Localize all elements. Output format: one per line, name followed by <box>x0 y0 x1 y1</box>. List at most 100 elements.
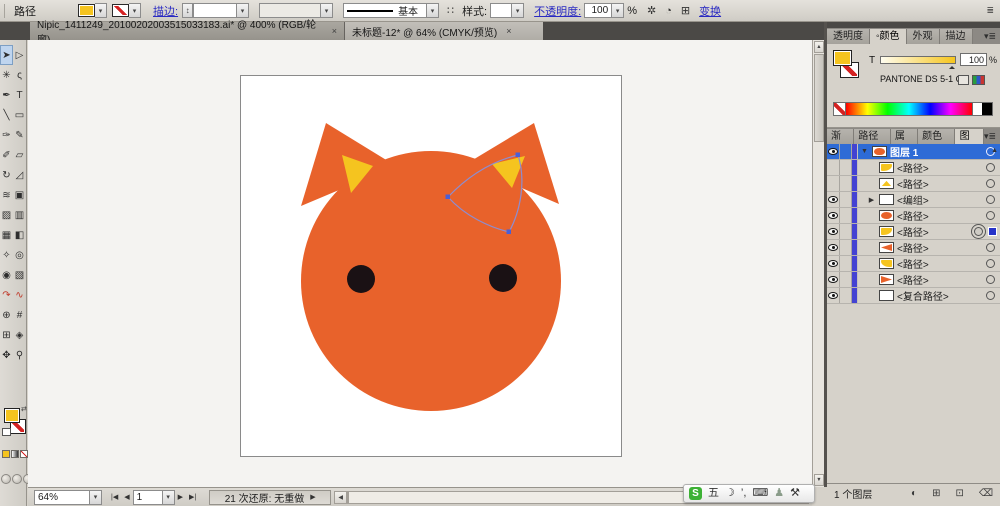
opacity-link[interactable]: 不透明度: <box>534 3 581 19</box>
lock-cell[interactable] <box>840 208 852 223</box>
layer-row[interactable]: <编组> <box>827 192 1000 208</box>
tab-pathfinder[interactable]: 路径查 <box>854 129 890 144</box>
layer-thumbnail[interactable] <box>879 274 894 285</box>
target-circle[interactable] <box>986 275 995 284</box>
panel-menu-icon[interactable]: ▾≣ <box>984 29 996 44</box>
visibility-empty-cell[interactable] <box>827 160 840 175</box>
layer-label[interactable]: <路径> <box>897 224 929 239</box>
rectangle-tool[interactable]: ▭ <box>13 105 26 125</box>
direct-selection-tool[interactable]: ▷ <box>13 45 26 65</box>
recolor-artwork-icon[interactable]: ◔ <box>665 5 672 17</box>
out-of-gamut-icon[interactable] <box>958 75 969 85</box>
first-artboard-button[interactable]: |◀ <box>108 493 121 501</box>
next-artboard-button[interactable]: ▶ <box>175 493 186 501</box>
visibility-eye-icon[interactable] <box>827 208 840 223</box>
swap-fill-stroke-icon[interactable]: ⇄ <box>21 405 27 413</box>
blend-tool[interactable]: ◎ <box>13 245 26 265</box>
moon-icon[interactable]: ☽ <box>725 488 735 499</box>
none-mode-chip[interactable] <box>20 450 28 458</box>
style-field[interactable] <box>490 3 512 18</box>
tab-appearance[interactable]: 外观 <box>907 29 940 44</box>
target-circle[interactable] <box>986 179 995 188</box>
opacity-expand-icon[interactable] <box>612 3 624 18</box>
visibility-eye-icon[interactable] <box>827 272 840 287</box>
magic-wand-tool[interactable]: ✳ <box>0 65 13 85</box>
control-panel-menu-icon[interactable]: ≣ <box>986 5 994 16</box>
layer-thumbnail[interactable] <box>879 290 894 301</box>
layer-label[interactable]: <路径> <box>897 256 929 271</box>
color-mode-icon[interactable] <box>972 75 985 85</box>
blob-brush-tool[interactable]: ✐ <box>0 145 13 165</box>
artboard-number-field[interactable]: 1 <box>133 490 163 505</box>
pencil-tool[interactable]: ✎ <box>13 125 26 145</box>
symbol-sprayer-tool[interactable]: ▨ <box>0 205 13 225</box>
visibility-empty-cell[interactable] <box>827 176 840 191</box>
layer-row[interactable]: <复合路径> <box>827 288 1000 304</box>
person-icon[interactable]: ♟ <box>774 488 784 499</box>
layer-thumbnail[interactable] <box>879 258 894 269</box>
target-circle[interactable] <box>986 259 995 268</box>
draw-normal-mode-button[interactable] <box>1 474 11 484</box>
zoom-arrow-icon[interactable] <box>90 490 102 505</box>
gradient-mode-chip[interactable] <box>11 450 19 458</box>
panel-menu-icon[interactable]: ▾≣ <box>984 129 996 144</box>
layer-row[interactable]: <路径> <box>827 256 1000 272</box>
rotate-tool[interactable]: ↻ <box>0 165 13 185</box>
target-circle[interactable] <box>986 195 995 204</box>
gradient-tool[interactable]: ◧ <box>13 225 26 245</box>
scale-tool[interactable]: ◿ <box>13 165 26 185</box>
lock-cell[interactable] <box>840 144 852 159</box>
lock-cell[interactable] <box>840 272 852 287</box>
type-tool[interactable]: T <box>13 85 26 105</box>
layer-thumbnail[interactable] <box>879 194 894 205</box>
visibility-eye-icon[interactable] <box>827 256 840 271</box>
tint-slider[interactable] <box>880 56 956 64</box>
status-display[interactable]: 21 次还原: 无重做 ▶ <box>209 490 331 505</box>
spectrum-white-swatch[interactable] <box>972 103 982 115</box>
tint-value-field[interactable]: 100 <box>960 53 987 66</box>
panel-fill-swatch[interactable] <box>833 50 852 66</box>
tab-attributes[interactable]: 属性 <box>891 129 918 144</box>
lock-cell[interactable] <box>840 160 852 175</box>
layer-thumbnail[interactable] <box>879 210 894 221</box>
lock-cell[interactable] <box>840 288 852 303</box>
layer-row[interactable]: <路径> <box>827 176 1000 192</box>
layer-thumbnail[interactable] <box>879 178 894 189</box>
layer-label[interactable]: <路径> <box>897 208 929 223</box>
shape-builder-tool[interactable]: ◈ <box>13 325 26 345</box>
horizontal-scroll-thumb[interactable] <box>348 492 349 503</box>
style-arrow-icon[interactable] <box>512 3 524 18</box>
document-tab-1[interactable]: Nipic_1411249_20100202003515033183.ai* @… <box>30 22 345 40</box>
cat-right-eye[interactable] <box>489 264 517 292</box>
draw-behind-mode-button[interactable] <box>12 474 22 484</box>
input-mode-label[interactable]: 五 <box>708 488 719 499</box>
artboard[interactable] <box>240 75 622 457</box>
column-graph-tool[interactable]: ▥ <box>13 205 26 225</box>
layer-label[interactable]: <路径> <box>897 176 929 191</box>
layer-label[interactable]: <复合路径> <box>897 288 949 303</box>
layer-label[interactable]: <编组> <box>897 192 929 207</box>
align-panel-icon[interactable]: ⊞ <box>681 4 690 17</box>
curvature-tool[interactable]: ↷ <box>0 285 13 305</box>
make-clipping-mask-icon[interactable]: ◐ <box>911 488 917 499</box>
color-spectrum-bar[interactable] <box>833 102 993 116</box>
tab-stroke[interactable]: 描边 <box>940 29 973 44</box>
target-circle[interactable] <box>986 243 995 252</box>
layer-thumbnail[interactable] <box>879 242 894 253</box>
layer-row[interactable]: <路径> <box>827 272 1000 288</box>
spiral-tool[interactable]: ∿ <box>13 285 26 305</box>
layer-row[interactable]: <路径> <box>827 240 1000 256</box>
canvas-area[interactable] <box>28 40 812 487</box>
color-mode-chip[interactable] <box>2 450 10 458</box>
layer-thumbnail[interactable] <box>879 226 894 237</box>
list-scroll-up-icon[interactable]: ▲ <box>991 147 998 154</box>
lock-cell[interactable] <box>840 192 852 207</box>
selection-tool[interactable]: ➤ <box>0 45 13 65</box>
lock-cell[interactable] <box>840 240 852 255</box>
profile-arrow-icon[interactable] <box>427 3 439 18</box>
vertical-scroll-thumb[interactable] <box>814 54 824 142</box>
layer-row[interactable]: <路径> <box>827 160 1000 176</box>
last-artboard-button[interactable]: ▶| <box>186 493 199 501</box>
scroll-down-icon[interactable]: ▼ <box>814 474 824 486</box>
tab-transparency[interactable]: 透明度 <box>827 29 870 44</box>
